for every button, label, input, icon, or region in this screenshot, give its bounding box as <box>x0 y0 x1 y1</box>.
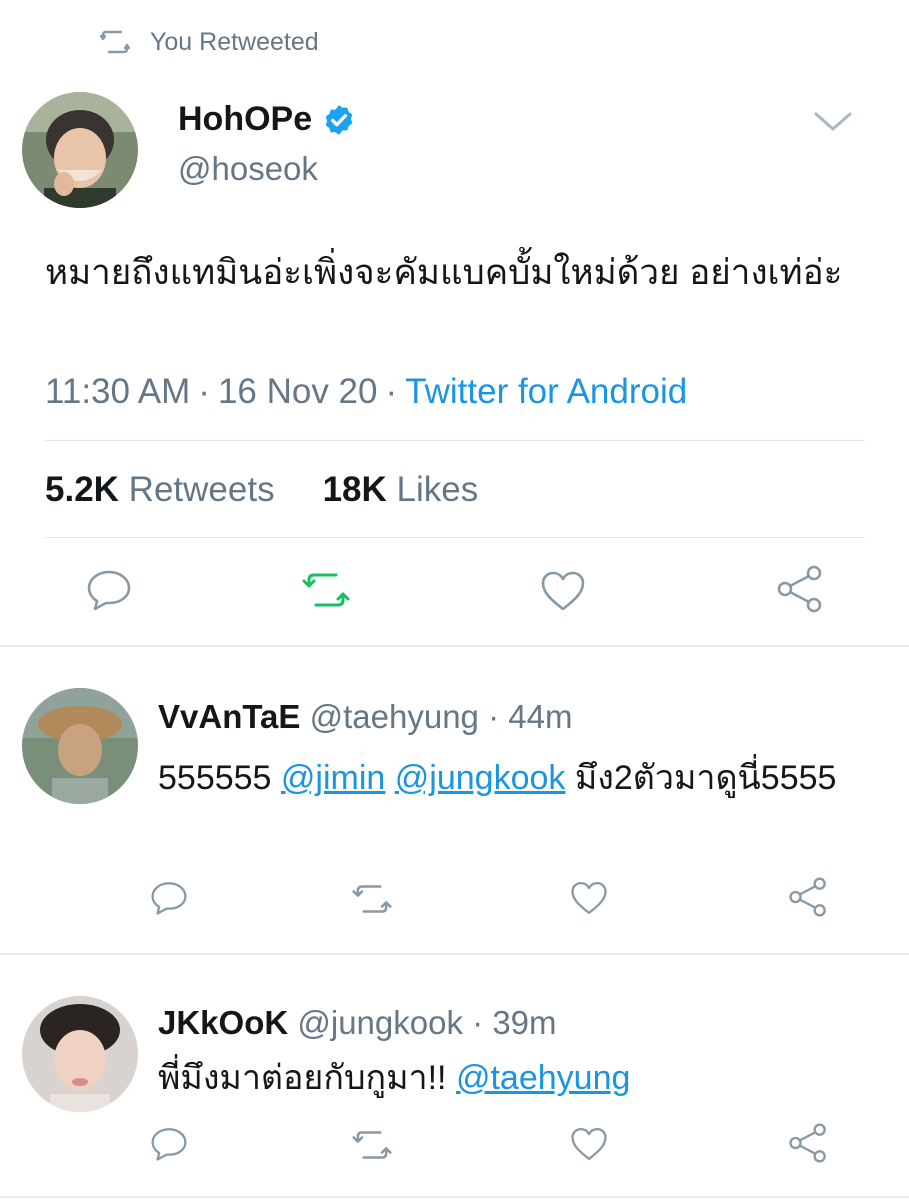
tweet-text: หมายถึงแทมินอ่ะเพิ่งจะคัมแบคบั้มใหม่ด้วย… <box>45 253 843 292</box>
retweet-context-label: You Retweeted <box>150 27 319 56</box>
retweet-context: You Retweeted <box>100 26 319 58</box>
mention-link[interactable]: @taehyung <box>456 1059 630 1097</box>
share-icon[interactable] <box>776 564 824 614</box>
user-handle[interactable]: @hoseok <box>178 150 318 188</box>
tweet-separator <box>0 645 909 647</box>
reply-display-name[interactable]: VvAnTaE <box>158 698 300 735</box>
chevron-down-icon[interactable] <box>812 108 854 136</box>
share-icon[interactable] <box>788 1122 828 1164</box>
reply-handle[interactable]: @taehyung <box>310 698 479 735</box>
reply-icon[interactable] <box>86 568 132 612</box>
share-icon[interactable] <box>788 876 828 918</box>
reply-display-name[interactable]: JKkOoK <box>158 1004 288 1041</box>
tweet-stats: 5.2K Retweets 18K Likes <box>45 470 478 510</box>
retweet-icon[interactable] <box>352 1128 392 1162</box>
retweet-icon[interactable] <box>352 882 392 916</box>
avatar[interactable] <box>22 92 138 208</box>
meta-separator: · <box>472 1004 484 1041</box>
reply-icon[interactable] <box>150 880 188 916</box>
divider <box>45 440 865 441</box>
likes-count: 18K <box>322 470 387 509</box>
tweet-meta: 11:30 AM · 16 Nov 20 · Twitter for Android <box>45 372 687 412</box>
reply-icon[interactable] <box>150 1126 188 1162</box>
reply-header: VvAnTaE @taehyung · 44m <box>158 698 572 736</box>
like-icon[interactable] <box>570 1126 608 1162</box>
tweet-separator <box>0 953 909 955</box>
display-name[interactable]: HohOPe <box>178 100 356 139</box>
meta-separator: · <box>488 698 500 735</box>
meta-separator: · <box>385 372 398 411</box>
divider <box>45 537 865 538</box>
retweets-label: Retweets <box>128 470 275 509</box>
likes-stat[interactable]: 18K Likes <box>323 470 479 509</box>
meta-separator: · <box>198 372 210 411</box>
retweets-stat[interactable]: 5.2K Retweets <box>45 470 275 509</box>
reply-text: พี่มึงมาต่อยกับกูมา!! @taehyung <box>158 1052 858 1104</box>
likes-label: Likes <box>396 470 479 509</box>
tweet-date: 16 Nov 20 <box>217 372 378 411</box>
avatar[interactable] <box>22 996 138 1112</box>
tweet-action-bar <box>0 560 909 620</box>
reply-action-bar <box>0 1114 909 1174</box>
retweet-icon <box>100 30 130 54</box>
reply-text-suffix: มึง2ตัวมาดูนี่5555 <box>574 759 837 797</box>
tweet-separator <box>0 1196 909 1198</box>
tweet-time: 11:30 AM <box>45 372 191 411</box>
tweet-source-link[interactable]: Twitter for Android <box>405 372 687 411</box>
verified-badge-icon <box>325 104 353 135</box>
avatar[interactable] <box>22 688 138 804</box>
reply-handle[interactable]: @jungkook <box>297 1004 463 1041</box>
reply-text: 555555 @jimin @jungkook มึง2ตัวมาดูนี่55… <box>158 752 858 804</box>
mention-link[interactable]: @jungkook <box>395 759 566 797</box>
reply-header: JKkOoK @jungkook · 39m <box>158 1004 557 1042</box>
reply-text-prefix: 555555 <box>158 759 272 797</box>
like-icon[interactable] <box>540 570 586 612</box>
reply-age: 39m <box>492 1004 557 1041</box>
retweets-count: 5.2K <box>45 470 119 509</box>
mention-link[interactable]: @jimin <box>281 759 385 797</box>
like-icon[interactable] <box>570 880 608 916</box>
reply-action-bar <box>0 868 909 928</box>
retweet-icon[interactable] <box>302 570 350 610</box>
reply-age: 44m <box>508 698 573 735</box>
reply-text-prefix: พี่มึงมาต่อยกับกูมา!! <box>158 1059 447 1097</box>
display-name-text: HohOPe <box>178 100 313 138</box>
